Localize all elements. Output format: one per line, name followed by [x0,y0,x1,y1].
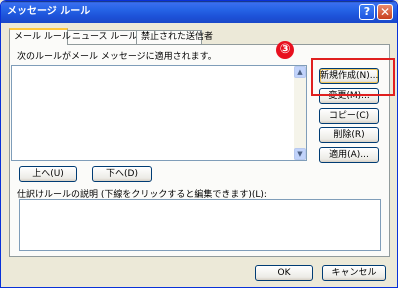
question-icon: ? [363,5,371,18]
delete-rule-button[interactable]: 削除(R) [319,127,379,143]
scroll-down-icon[interactable]: ▼ [294,148,306,160]
close-button[interactable]: ✕ [377,4,393,20]
move-down-button[interactable]: 下へ(D) [92,166,152,182]
rules-list[interactable]: ▲ ▼ [11,65,307,161]
help-button[interactable]: ? [359,4,375,20]
tab-mail-rules[interactable]: メール ルール [9,28,71,45]
window-title: メッセージ ルール [7,6,91,17]
tab-news-rules[interactable]: ニュース ルール [67,30,137,44]
cancel-button[interactable]: キャンセル [322,265,386,281]
copy-rule-button[interactable]: コピー(C) [319,108,379,124]
step-number-badge: ③ [276,41,294,59]
rules-list-scrollbar[interactable]: ▲ ▼ [294,66,306,160]
message-rules-dialog: メッセージ ルール ? ✕ メール ルール ニュース ルール 禁止された送信者 … [0,0,398,288]
apply-rule-button[interactable]: 適用(A)... [319,147,379,163]
highlight-box [311,58,395,96]
close-icon: ✕ [379,5,391,19]
title-bar[interactable]: メッセージ ルール ? ✕ [1,1,397,23]
move-up-button[interactable]: 上へ(U) [19,166,77,182]
ok-button[interactable]: OK [255,265,313,281]
scroll-up-icon[interactable]: ▲ [294,66,306,78]
rule-description-box[interactable] [19,199,381,251]
rules-caption: 次のルールがメール メッセージに適用されます。 [17,52,217,62]
tab-blocked-senders[interactable]: 禁止された送信者 [136,30,213,44]
